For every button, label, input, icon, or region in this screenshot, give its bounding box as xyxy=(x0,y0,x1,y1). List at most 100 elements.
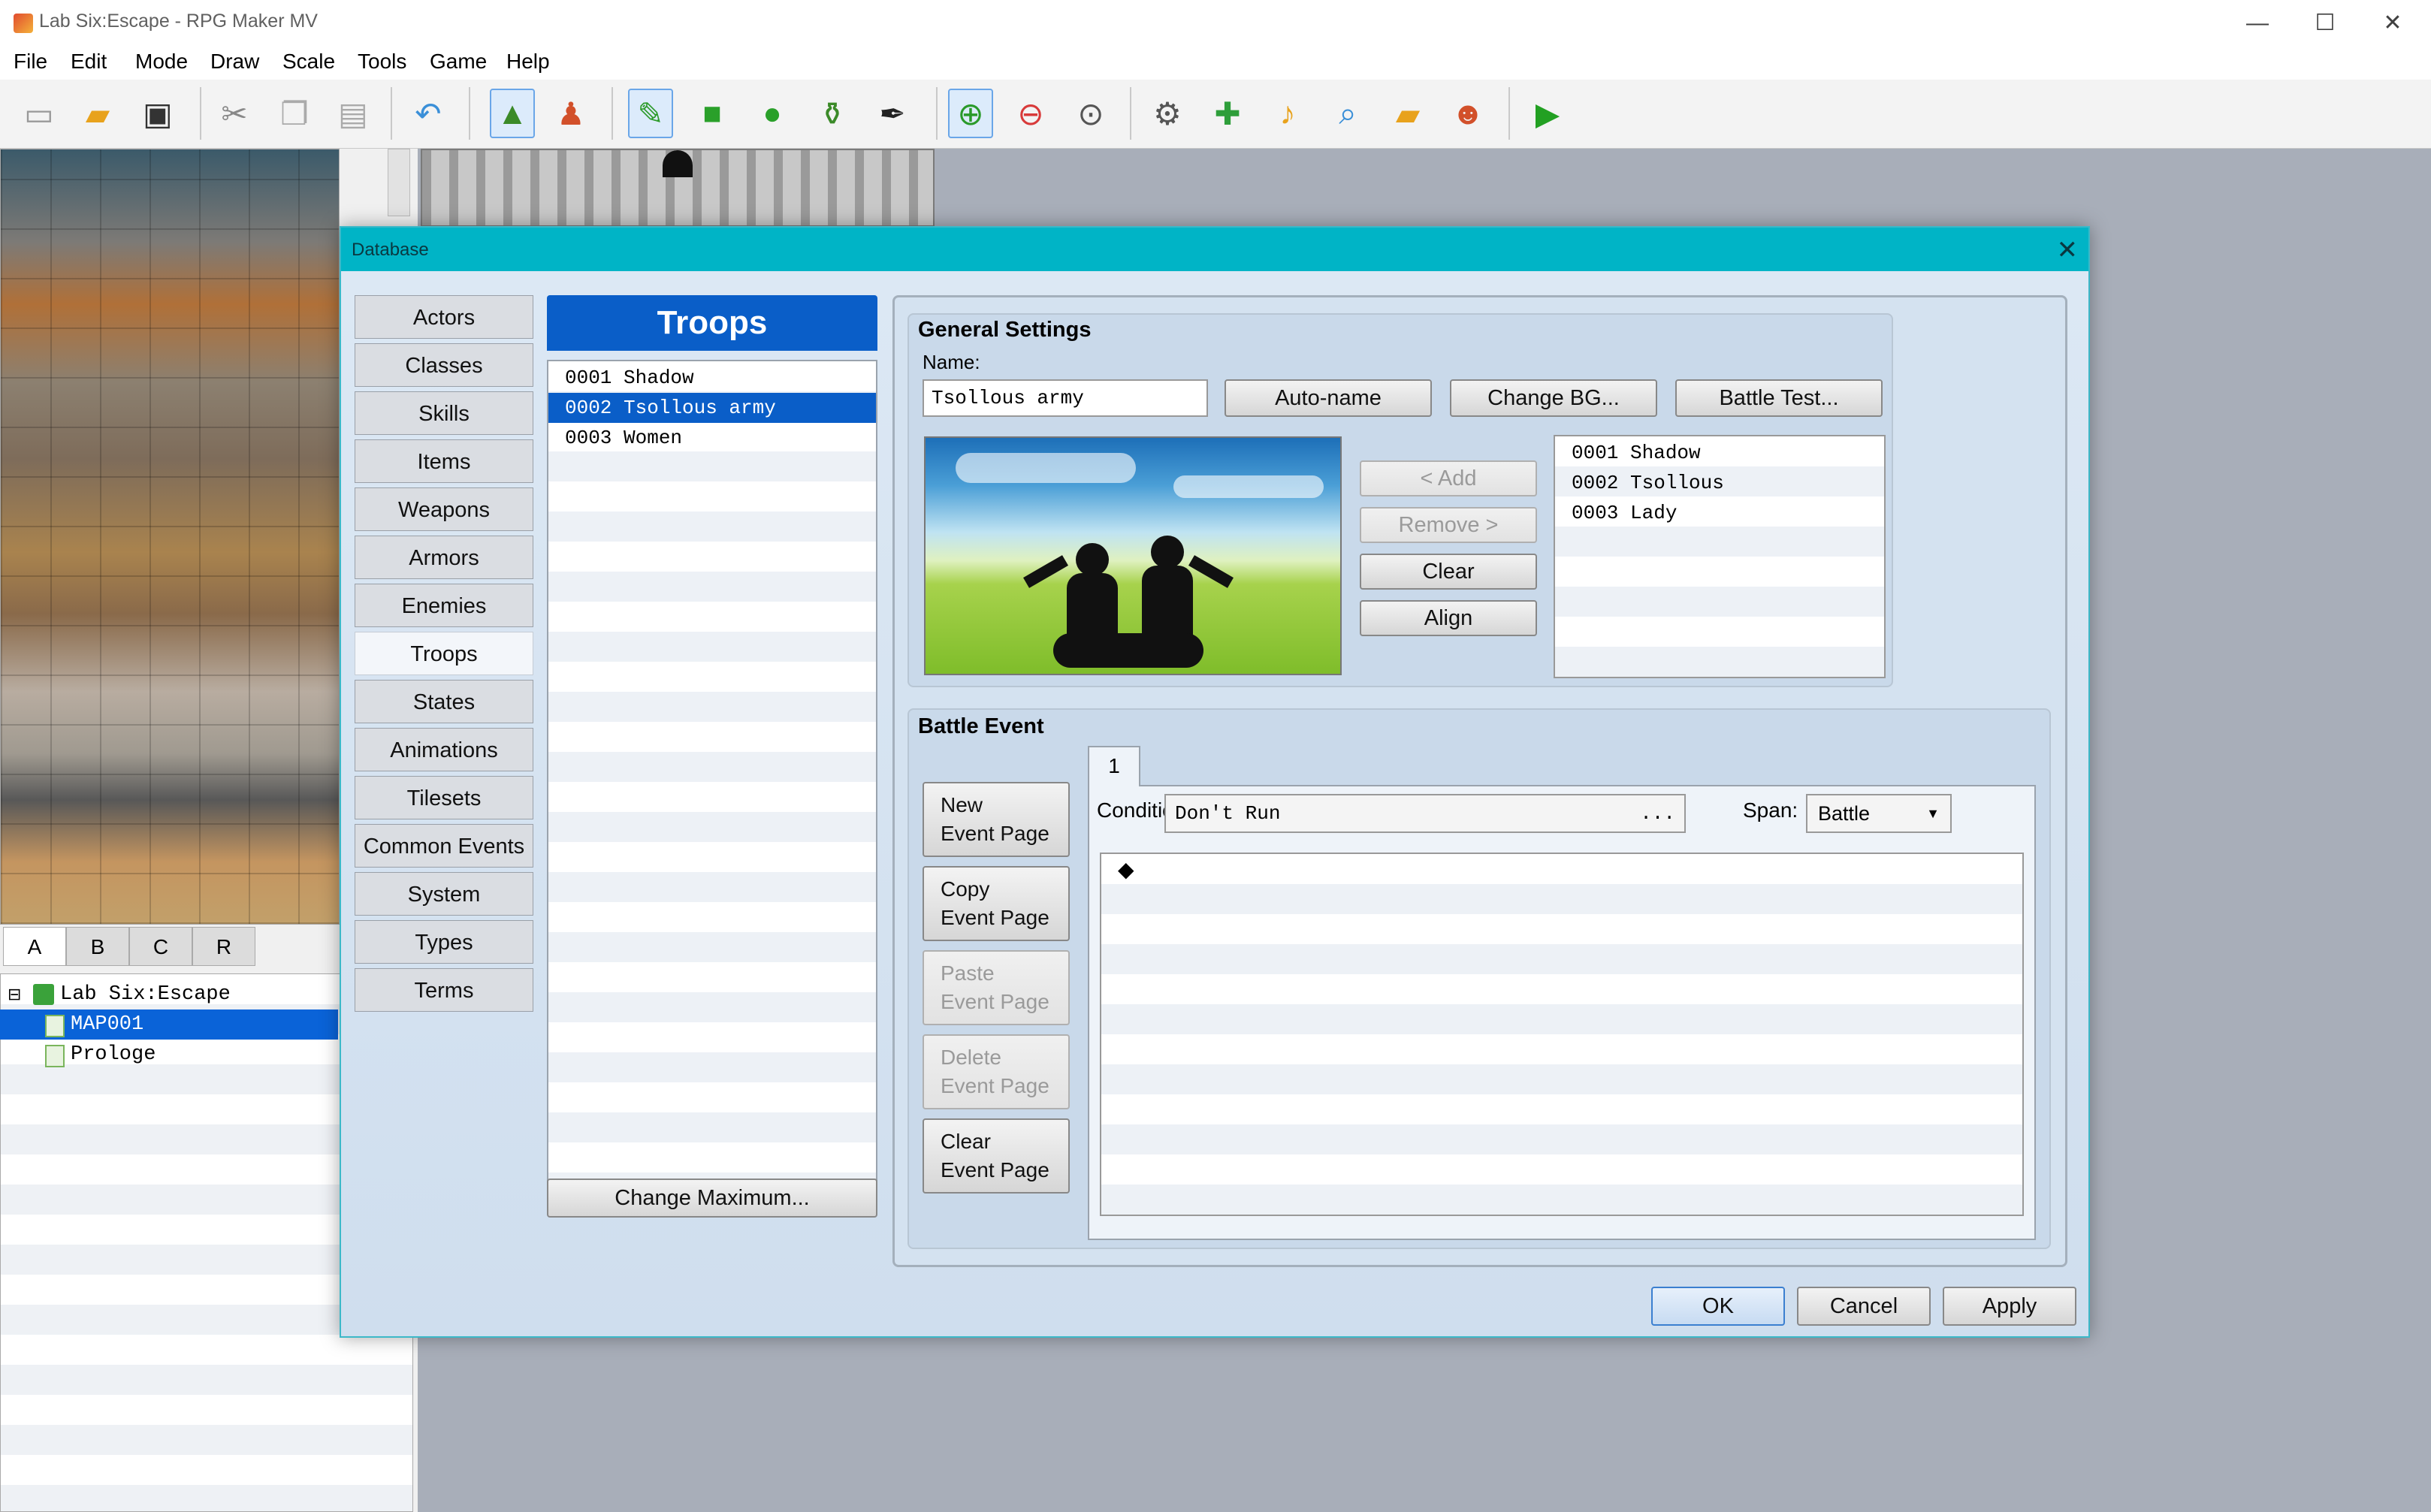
enemy-row[interactable]: 0003 Lady xyxy=(1555,498,1884,528)
category-classes[interactable]: Classes xyxy=(355,343,533,387)
paste-icon[interactable]: ▤ xyxy=(331,89,376,138)
category-armors[interactable]: Armors xyxy=(355,536,533,579)
category-terms[interactable]: Terms xyxy=(355,968,533,1012)
event-mode-icon[interactable]: ♟ xyxy=(548,89,593,138)
menu-help[interactable]: Help xyxy=(506,50,550,74)
dialog-body: Actors Classes Skills Items Weapons Armo… xyxy=(341,271,2088,1336)
battle-test-button[interactable]: Battle Test... xyxy=(1675,379,1883,417)
map-mode-icon[interactable]: ▲ xyxy=(490,89,535,138)
menu-edit[interactable]: Edit xyxy=(71,50,107,74)
cancel-button[interactable]: Cancel xyxy=(1797,1287,1931,1326)
flood-fill-icon[interactable]: ⚱ xyxy=(810,89,855,138)
new-event-page-button[interactable]: New Event Page xyxy=(923,782,1070,857)
span-label: Span: xyxy=(1743,798,1798,822)
span-select[interactable]: Battle ▼ xyxy=(1806,794,1952,833)
clear-event-page-button[interactable]: Clear Event Page xyxy=(923,1118,1070,1194)
maximize-button[interactable]: ☐ xyxy=(2291,6,2359,41)
event-searcher-icon[interactable]: ⌕ xyxy=(1325,89,1370,138)
tree-map-item[interactable]: Prologe xyxy=(0,1040,338,1070)
copy-icon[interactable]: ❐ xyxy=(272,89,317,138)
align-enemies-button[interactable]: Align xyxy=(1360,600,1537,636)
category-actors[interactable]: Actors xyxy=(355,295,533,339)
sound-test-icon[interactable]: ♪ xyxy=(1265,89,1310,138)
menu-game[interactable]: Game xyxy=(430,50,487,74)
actual-size-icon[interactable]: ⊙ xyxy=(1068,89,1113,138)
collapse-icon[interactable]: ⊟ xyxy=(8,979,21,1010)
resource-manager-icon[interactable]: ▰ xyxy=(1385,89,1430,138)
apply-button[interactable]: Apply xyxy=(1943,1287,2076,1326)
troop-battle-preview[interactable] xyxy=(924,436,1342,675)
change-maximum-button[interactable]: Change Maximum... xyxy=(547,1179,877,1218)
tileset-tab-c[interactable]: C xyxy=(129,927,192,966)
tileset-tab-b[interactable]: B xyxy=(66,927,129,966)
playtest-icon[interactable]: ▶ xyxy=(1525,89,1570,138)
minimize-button[interactable]: — xyxy=(2224,6,2291,41)
battle-event-title: Battle Event xyxy=(918,714,1044,738)
tree-project-node[interactable]: ⊟ Lab Six:Escape xyxy=(0,979,338,1010)
pencil-icon[interactable]: ✎ xyxy=(628,89,673,138)
troops-list: 0001 Shadow 0002 Tsollous army 0003 Wome… xyxy=(547,360,877,1203)
palette-scrollbar[interactable] xyxy=(388,149,410,216)
category-items[interactable]: Items xyxy=(355,439,533,483)
open-project-icon[interactable]: ▰ xyxy=(75,89,120,138)
clear-enemies-button[interactable]: Clear xyxy=(1360,554,1537,590)
category-enemies[interactable]: Enemies xyxy=(355,584,533,627)
event-command-marker[interactable]: ◆ xyxy=(1118,857,1134,882)
category-troops[interactable]: Troops xyxy=(355,632,533,675)
enemy-row[interactable]: 0002 Tsollous xyxy=(1555,468,1884,498)
enemy-tendril xyxy=(1023,555,1068,588)
add-enemy-button[interactable]: < Add xyxy=(1360,460,1537,496)
category-tilesets[interactable]: Tilesets xyxy=(355,776,533,819)
tileset-tab-a[interactable]: A xyxy=(3,927,66,966)
project-icon xyxy=(33,984,54,1005)
character-generator-icon[interactable]: ☻ xyxy=(1445,89,1490,138)
close-icon[interactable]: ✕ xyxy=(2057,235,2079,265)
plugin-manager-icon[interactable]: ✚ xyxy=(1205,89,1250,138)
tile-palette[interactable] xyxy=(0,149,340,925)
category-types[interactable]: Types xyxy=(355,920,533,964)
tileset-tab-r[interactable]: R xyxy=(192,927,255,966)
shadow-pen-icon[interactable]: ✒ xyxy=(870,89,915,138)
conditions-field[interactable]: Don't Run ... xyxy=(1164,794,1686,833)
enemy-row[interactable]: 0001 Shadow xyxy=(1555,438,1884,468)
conditions-ellipsis-icon[interactable]: ... xyxy=(1640,795,1675,831)
paste-event-page-button[interactable]: Paste Event Page xyxy=(923,950,1070,1025)
troop-row[interactable]: 0001 Shadow xyxy=(548,363,876,393)
change-bg-button[interactable]: Change BG... xyxy=(1450,379,1657,417)
rectangle-icon[interactable]: ■ xyxy=(690,89,735,138)
new-project-icon[interactable]: ▭ xyxy=(17,89,62,138)
troop-row[interactable]: 0002 Tsollous army xyxy=(548,393,876,423)
zoom-in-icon[interactable]: ⊕ xyxy=(948,89,993,138)
menu-mode[interactable]: Mode xyxy=(135,50,188,74)
tab-page-1[interactable]: 1 xyxy=(1088,746,1140,786)
zoom-out-icon[interactable]: ⊖ xyxy=(1008,89,1053,138)
cloud xyxy=(1173,475,1324,498)
button-line: Event Page xyxy=(941,1074,1049,1097)
cut-icon[interactable]: ✂ xyxy=(212,89,257,138)
database-dialog: Database ✕ Actors Classes Skills Items W… xyxy=(340,226,2090,1338)
category-states[interactable]: States xyxy=(355,680,533,723)
menu-draw[interactable]: Draw xyxy=(210,50,259,74)
troop-name-input[interactable]: Tsollous army xyxy=(923,379,1208,417)
menu-tools[interactable]: Tools xyxy=(358,50,406,74)
menu-file[interactable]: File xyxy=(14,50,47,74)
category-common-events[interactable]: Common Events xyxy=(355,824,533,868)
copy-event-page-button[interactable]: Copy Event Page xyxy=(923,866,1070,941)
category-weapons[interactable]: Weapons xyxy=(355,487,533,531)
database-icon[interactable]: ⚙ xyxy=(1145,89,1190,138)
close-window-button[interactable]: ✕ xyxy=(2359,6,2426,41)
ellipse-icon[interactable]: ● xyxy=(750,89,795,138)
category-skills[interactable]: Skills xyxy=(355,391,533,435)
troop-row[interactable]: 0003 Women xyxy=(548,423,876,453)
ok-button[interactable]: OK xyxy=(1651,1287,1785,1326)
event-command-list[interactable]: ◆ xyxy=(1100,853,2024,1216)
remove-enemy-button[interactable]: Remove > xyxy=(1360,507,1537,543)
category-system[interactable]: System xyxy=(355,872,533,916)
category-animations[interactable]: Animations xyxy=(355,728,533,771)
menu-scale[interactable]: Scale xyxy=(282,50,335,74)
tree-map-item[interactable]: MAP001 xyxy=(0,1010,338,1040)
auto-name-button[interactable]: Auto-name xyxy=(1225,379,1432,417)
delete-event-page-button[interactable]: Delete Event Page xyxy=(923,1034,1070,1109)
undo-icon[interactable]: ↶ xyxy=(406,89,451,138)
save-project-icon[interactable]: ▣ xyxy=(135,89,180,138)
